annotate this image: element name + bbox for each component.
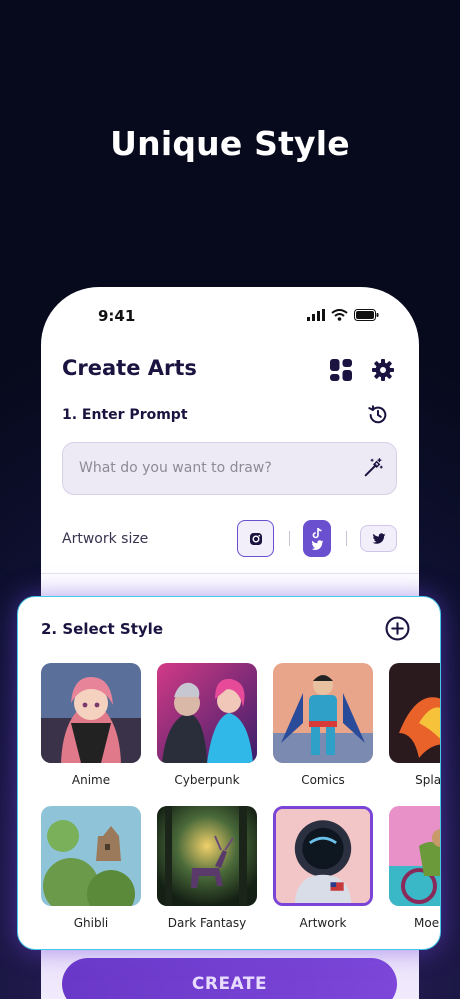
create-button[interactable]: CREATE bbox=[62, 958, 397, 999]
prompt-box bbox=[62, 442, 397, 495]
section-select-style: 2. Select Style bbox=[41, 620, 163, 638]
style-name: Anime bbox=[71, 773, 111, 787]
gallery-grid-icon[interactable] bbox=[329, 358, 353, 382]
style-name: Dark Fantasy bbox=[167, 916, 247, 930]
history-icon[interactable] bbox=[367, 404, 389, 426]
style-tile-dark-fantasy[interactable]: Dark Fantasy bbox=[157, 806, 257, 930]
battery-icon bbox=[354, 309, 379, 321]
size-instagram-button[interactable] bbox=[237, 520, 274, 557]
style-tile-cyberpunk[interactable]: Cyberpunk bbox=[157, 663, 257, 787]
style-tile-moebius[interactable]: Moebius bbox=[389, 806, 440, 930]
instagram-icon bbox=[249, 532, 262, 545]
size-twitter-button[interactable] bbox=[360, 525, 397, 552]
prompt-input[interactable] bbox=[79, 443, 349, 493]
style-name: Comics bbox=[301, 773, 345, 787]
style-name: Artwork bbox=[299, 916, 347, 930]
signal-icon bbox=[307, 309, 325, 321]
style-tile-splatter[interactable]: Splatter bbox=[389, 663, 441, 787]
size-separator bbox=[289, 531, 290, 546]
style-tile-ghibli[interactable]: Ghibli bbox=[41, 806, 141, 930]
style-thumbnail-artwork bbox=[273, 806, 373, 906]
magic-wand-icon[interactable] bbox=[362, 457, 384, 479]
twitter-icon bbox=[372, 532, 385, 544]
status-bar: 9:41 bbox=[41, 305, 419, 329]
style-tile-comics[interactable]: Comics bbox=[273, 663, 373, 787]
page-title: Create Arts bbox=[62, 356, 197, 380]
artwork-size-label: Artwork size bbox=[62, 531, 149, 547]
size-tiktok-button[interactable] bbox=[303, 520, 331, 557]
style-tile-anime[interactable]: Anime bbox=[41, 663, 141, 787]
tiktok-icon bbox=[312, 527, 322, 538]
style-thumbnail-moebius bbox=[389, 806, 440, 906]
size-separator bbox=[346, 531, 347, 546]
style-thumbnail-cyberpunk bbox=[157, 663, 257, 763]
wifi-icon bbox=[331, 309, 348, 321]
style-thumbnail-splatter bbox=[389, 663, 440, 763]
twitter-icon bbox=[311, 539, 323, 550]
select-style-card: 2. Select Style Anime Cyberpunk Comics S… bbox=[17, 596, 441, 950]
style-thumbnail-anime bbox=[41, 663, 141, 763]
style-name: Ghibli bbox=[73, 916, 109, 930]
gear-icon[interactable] bbox=[371, 358, 395, 382]
headline: Unique Style bbox=[110, 124, 350, 163]
add-style-icon[interactable] bbox=[385, 616, 410, 641]
style-thumbnail-ghibli bbox=[41, 806, 141, 906]
divider bbox=[41, 573, 419, 574]
style-name: Cyberpunk bbox=[174, 773, 240, 787]
style-thumbnail-dark-fantasy bbox=[157, 806, 257, 906]
style-thumbnail-comics bbox=[273, 663, 373, 763]
create-bar: CREATE bbox=[41, 947, 419, 999]
status-time: 9:41 bbox=[98, 307, 136, 325]
style-tile-artwork[interactable]: Artwork bbox=[273, 806, 373, 930]
style-name: Moebius bbox=[414, 916, 440, 930]
section-enter-prompt: 1. Enter Prompt bbox=[62, 407, 188, 423]
style-name: Splatter bbox=[415, 773, 441, 787]
